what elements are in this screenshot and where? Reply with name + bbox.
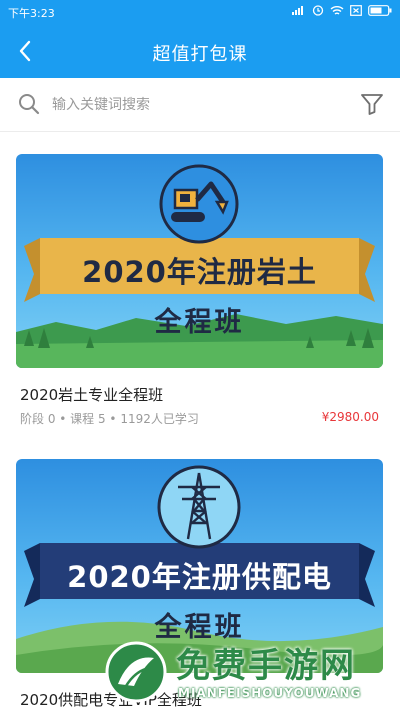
app-bar: 超值打包课 xyxy=(0,24,400,78)
watermark-logo-icon xyxy=(105,641,167,703)
course-list: 2020年注册岩土 全程班 2020岩土专业全程班 阶段 0 • 课程 5 • … xyxy=(0,133,400,711)
banner-title: 2020年注册供配电 xyxy=(67,560,332,594)
sim-icon xyxy=(350,4,362,16)
course-price: ¥2980.00 xyxy=(321,410,379,424)
course-card[interactable]: 2020年注册岩土 全程班 2020岩土专业全程班 阶段 0 • 课程 5 • … xyxy=(16,154,383,426)
search-bar xyxy=(0,78,400,132)
wifi-icon xyxy=(330,5,344,15)
status-time: 下午3:23 xyxy=(8,7,55,20)
watermark-subtext: MIANFEISHOUYOUWANG xyxy=(178,686,362,700)
search-icon xyxy=(19,94,40,115)
status-icons xyxy=(292,4,392,16)
course-banner[interactable]: 2020年注册岩土 全程班 xyxy=(16,154,383,368)
banner-title: 2020年注册岩土 xyxy=(82,255,317,289)
course-title[interactable]: 2020岩土专业全程班 xyxy=(20,384,163,405)
status-bar: 下午3:23 xyxy=(0,0,400,24)
filter-icon[interactable] xyxy=(360,92,384,116)
watermark: 免费手游网 MIANFEISHOUYOUWANG xyxy=(104,634,394,710)
search-input[interactable] xyxy=(52,92,342,118)
signal-icon xyxy=(292,6,303,15)
banner-subtitle: 全程班 xyxy=(154,307,245,338)
page-title: 超值打包课 xyxy=(152,44,248,65)
course-meta: 阶段 0 • 课程 5 • 1192人已学习 xyxy=(20,412,199,426)
watermark-text: 免费手游网 xyxy=(176,646,356,686)
power-tower-icon xyxy=(178,472,220,540)
battery-icon xyxy=(368,4,392,16)
excavator-icon xyxy=(171,181,229,222)
alarm-icon xyxy=(312,5,324,16)
